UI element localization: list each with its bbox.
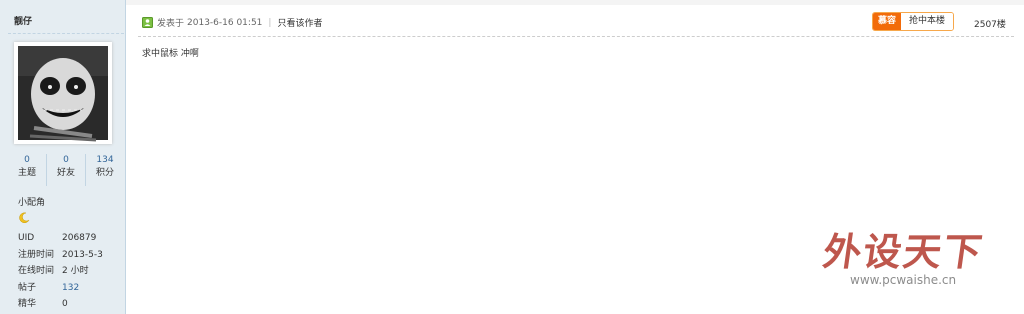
divider — [8, 33, 124, 34]
stat-threads[interactable]: 0 主题 — [8, 154, 47, 186]
stat-value: 134 — [96, 155, 114, 165]
moon-icon — [18, 212, 30, 227]
watermark-title: 外设天下 — [820, 230, 987, 274]
info-row-online: 在线时间 2 小时 — [18, 263, 103, 280]
info-value: 2013-5-3 — [62, 249, 103, 260]
watermark-url: www.pcwaishe.cn — [850, 273, 957, 287]
user-group[interactable]: 小配角 — [18, 195, 45, 208]
info-value: 206879 — [62, 233, 97, 243]
avatar[interactable] — [14, 42, 112, 144]
online-status-icon — [142, 17, 153, 28]
info-key: 在线时间 — [18, 266, 55, 276]
stat-friends[interactable]: 0 好友 — [47, 154, 86, 186]
info-key: 帖子 — [18, 282, 37, 293]
rush-tag: 慕容 — [873, 13, 902, 30]
info-value: 2 小时 — [62, 266, 89, 276]
posted-prefix: 发表于 — [157, 19, 185, 29]
stat-label: 好友 — [56, 168, 75, 178]
posted-time: 2013-6-16 01:51 — [187, 17, 263, 28]
top-border — [0, 0, 1024, 5]
info-row-register: 注册时间 2013-5-3 — [18, 247, 103, 264]
post-content: 求中鼠标 冲啊 — [142, 49, 199, 59]
info-row-digest: 精华 0 — [18, 296, 103, 313]
stat-value: 0 — [24, 155, 30, 165]
info-key: 注册时间 — [18, 249, 55, 260]
stat-points[interactable]: 134 积分 — [86, 154, 124, 186]
info-value-link[interactable]: 132 — [62, 280, 79, 297]
user-stats: 0 主题 0 好友 134 积分 — [8, 154, 124, 186]
info-row-uid: UID 206879 — [18, 230, 103, 247]
info-key: 精华 — [18, 299, 37, 309]
separator: | — [268, 17, 272, 28]
info-key: UID — [18, 233, 35, 243]
stat-label: 主题 — [17, 168, 36, 178]
user-info: UID 206879 注册时间 2013-5-3 在线时间 2 小时 帖子 13… — [18, 230, 103, 313]
watermark-logo: 外设天下 www.pcwaishe.cn — [820, 221, 1014, 301]
stat-value: 0 — [63, 155, 69, 165]
author-only-link[interactable]: 只看该作者 — [277, 16, 322, 29]
post-header: 发表于 2013-6-16 01:51 | 只看该作者 — [142, 16, 322, 29]
avatar-image — [18, 46, 108, 142]
rush-label: 抢中本楼 — [901, 13, 954, 30]
header-divider — [138, 36, 1014, 37]
stat-label: 积分 — [95, 168, 114, 178]
author-name[interactable]: 靓仔 — [14, 14, 32, 27]
floor-number[interactable]: 2507楼 — [974, 17, 1006, 30]
rush-floor-badge[interactable]: 慕容 抢中本楼 — [872, 12, 955, 31]
author-sidebar: 靓仔 0 主题 0 好友 134 积分 小配角 UID 206879 注册时间 … — [0, 0, 126, 314]
info-value: 0 — [62, 299, 68, 309]
info-row-posts: 帖子 132 — [18, 280, 103, 297]
